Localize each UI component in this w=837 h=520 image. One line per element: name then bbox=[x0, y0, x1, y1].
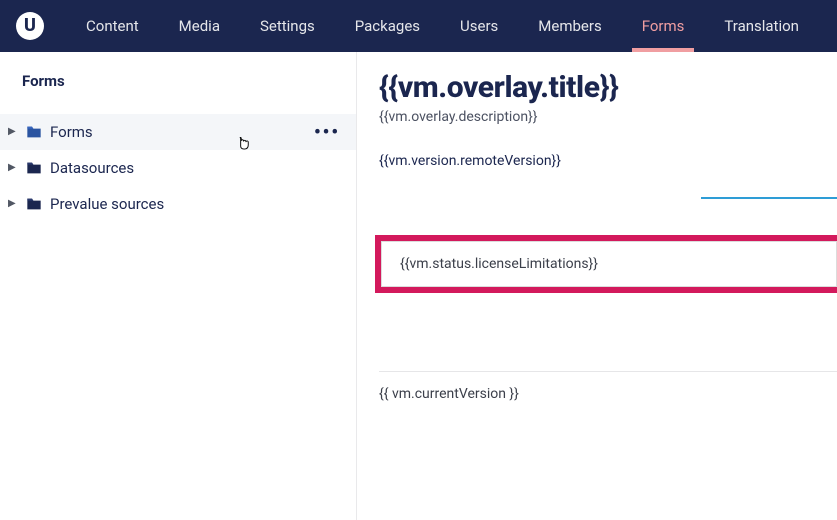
app-logo[interactable]: U bbox=[16, 12, 44, 40]
license-alert: {{vm.status.licenseLimitations}} bbox=[375, 235, 837, 293]
folder-icon bbox=[26, 125, 42, 139]
nav-item-users[interactable]: Users bbox=[442, 0, 516, 52]
tree-item-label: Forms bbox=[50, 123, 304, 141]
umbraco-logo-icon: U bbox=[24, 17, 36, 35]
nav-item-media[interactable]: Media bbox=[161, 0, 238, 52]
tree-item-label: Datasources bbox=[50, 159, 342, 177]
nav-item-members[interactable]: Members bbox=[520, 0, 619, 52]
tree-item-label: Prevalue sources bbox=[50, 195, 342, 213]
folder-icon bbox=[26, 197, 42, 211]
chevron-right-icon[interactable]: ▶ bbox=[8, 127, 18, 137]
active-tab-indicator bbox=[701, 197, 837, 199]
section-title: Forms bbox=[0, 52, 356, 114]
nav-item-packages[interactable]: Packages bbox=[337, 0, 438, 52]
current-version-text: {{ vm.currentVersion }} bbox=[379, 386, 837, 402]
tree-item-forms[interactable]: ▶ Forms ••• bbox=[0, 114, 356, 150]
tree: ▶ Forms ••• ▶ Datasources bbox=[0, 114, 356, 222]
page-description: {{vm.overlay.description}} bbox=[379, 109, 837, 125]
nav-item-forms[interactable]: Forms bbox=[624, 0, 703, 52]
folder-icon bbox=[26, 161, 42, 175]
chevron-right-icon[interactable]: ▶ bbox=[8, 163, 18, 173]
divider bbox=[379, 371, 837, 372]
nav-item-settings[interactable]: Settings bbox=[242, 0, 333, 52]
tree-item-datasources[interactable]: ▶ Datasources bbox=[0, 150, 356, 186]
page-title: {{vm.overlay.title}} bbox=[379, 70, 837, 105]
tree-item-prevalue-sources[interactable]: ▶ Prevalue sources bbox=[0, 186, 356, 222]
top-nav: U Content Media Settings Packages Users … bbox=[0, 0, 837, 52]
sidebar: Forms ▶ Forms ••• ▶ bbox=[0, 52, 357, 520]
main-panel: {{vm.overlay.title}} {{vm.overlay.descri… bbox=[357, 52, 837, 520]
nav-item-translation[interactable]: Translation bbox=[706, 0, 817, 52]
remote-version-text: {{vm.version.remoteVersion}} bbox=[379, 153, 837, 169]
nav-item-content[interactable]: Content bbox=[68, 0, 157, 52]
context-menu-icon[interactable]: ••• bbox=[312, 122, 342, 143]
tab-strip bbox=[379, 175, 837, 205]
content-shell: Forms ▶ Forms ••• ▶ bbox=[0, 52, 837, 520]
license-alert-text: {{vm.status.licenseLimitations}} bbox=[381, 241, 837, 287]
chevron-right-icon[interactable]: ▶ bbox=[8, 199, 18, 209]
